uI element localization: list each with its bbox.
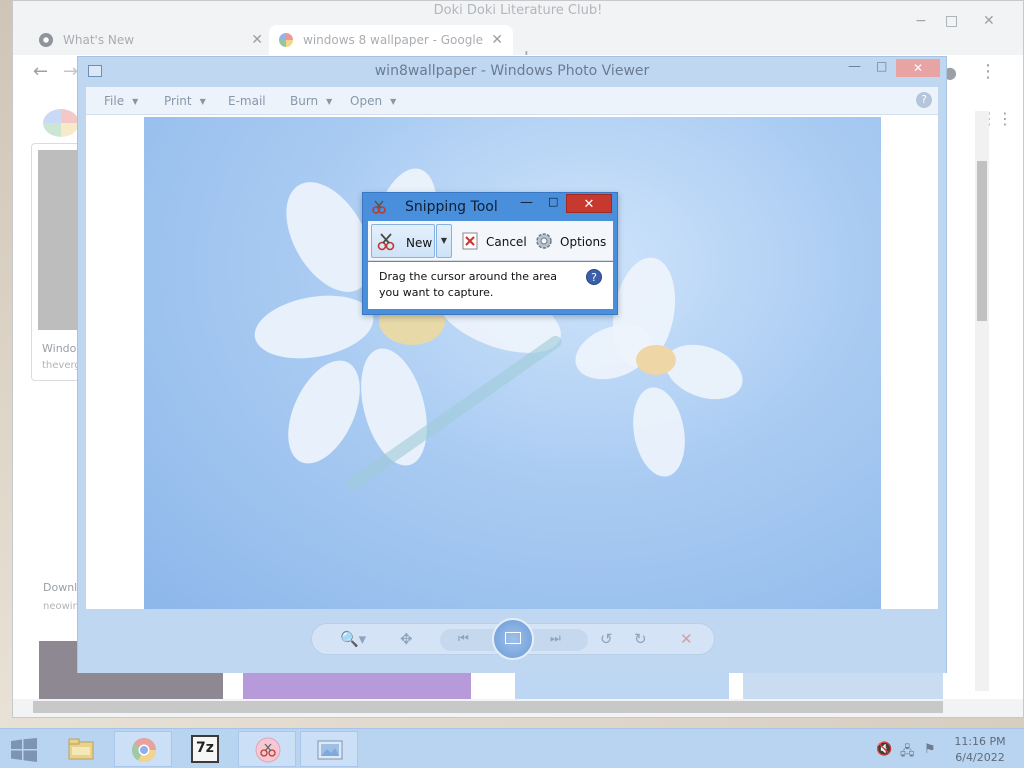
cancel-icon <box>462 232 478 250</box>
chrome-icon <box>39 33 53 47</box>
action-center-icon[interactable]: ⚑ <box>924 742 936 757</box>
image-result-title: Downl <box>43 581 78 594</box>
taskbar-chrome[interactable] <box>114 731 172 767</box>
photo-viewer-icon <box>317 740 343 760</box>
snipping-tool-toolbar: New ▼ Cancel Options <box>368 221 613 261</box>
new-snip-mode-dropdown[interactable]: ▼ <box>436 224 452 258</box>
previous-icon[interactable]: ⏮ <box>458 631 469 646</box>
zoom-icon[interactable]: 🔍▾ <box>340 630 366 648</box>
menu-label: Burn <box>290 94 319 108</box>
network-icon[interactable]: 🖧 <box>900 742 915 764</box>
delete-icon[interactable]: ✕ <box>680 630 693 648</box>
photo-viewer-close-button[interactable]: ✕ <box>896 59 940 77</box>
menu-label: E-mail <box>228 94 266 108</box>
image-result-source: neowin <box>43 601 79 612</box>
new-snip-label: New <box>406 236 433 250</box>
tab-strip: What's New ✕ windows 8 wallpaper - Googl… <box>13 21 1023 69</box>
photo-viewer-bottom-bar: 🔍▾ ✥ ⏮ ⏭ ↺ ↻ ✕ <box>78 609 946 673</box>
taskbar: 7z 🔇 🖧 ⚑ 11:16 PM 6/4/2022 <box>0 728 1024 768</box>
volume-muted-icon[interactable]: 🔇 <box>876 742 892 757</box>
dropdown-arrow-icon: ▼ <box>132 97 139 106</box>
snipping-tool-maximize-button[interactable]: □ <box>548 195 558 208</box>
chrome-titlebar[interactable]: Doki Doki Literature Club! <box>13 1 1023 21</box>
tab-close-icon[interactable]: ✕ <box>491 32 503 48</box>
menu-open[interactable]: Open ▼ <box>350 94 396 108</box>
browser-menu-button[interactable]: ⋮ <box>979 61 997 82</box>
slideshow-button[interactable] <box>492 618 534 660</box>
snipping-tool-body: Drag the cursor around the area you want… <box>368 262 613 309</box>
rotate-counterclockwise-icon[interactable]: ↺ <box>600 630 613 648</box>
snipping-tool-icon <box>255 737 281 763</box>
scissors-icon <box>372 200 386 214</box>
menu-file[interactable]: File ▼ <box>104 94 138 108</box>
forward-button[interactable]: → <box>63 61 78 82</box>
dropdown-arrow-icon: ▼ <box>199 97 206 106</box>
chrome-icon <box>131 738 156 763</box>
flower-petal <box>273 349 375 475</box>
menu-label: File <box>104 94 125 108</box>
snipping-tool-title: Snipping Tool <box>405 199 498 215</box>
snipping-tool-window: Snipping Tool — □ ✕ New ▼ Cancel Options… <box>362 192 618 315</box>
options-button[interactable]: Options <box>532 224 610 258</box>
photo-canvas <box>86 115 938 609</box>
cancel-label: Cancel <box>486 235 527 249</box>
google-logo[interactable] <box>43 109 79 137</box>
menu-label: Open <box>350 94 383 108</box>
wallpaper-image[interactable] <box>144 117 881 609</box>
menu-label: Print <box>164 94 192 108</box>
clock-time[interactable]: 11:16 PM <box>952 735 1008 748</box>
dropdown-arrow-icon: ▼ <box>390 97 397 106</box>
gear-icon <box>536 233 552 249</box>
scrollbar-thumb[interactable] <box>977 161 987 321</box>
next-icon[interactable]: ⏭ <box>550 631 561 646</box>
vertical-scrollbar[interactable] <box>975 111 989 691</box>
flower-petal <box>626 383 692 481</box>
tab-close-icon[interactable]: ✕ <box>251 32 263 48</box>
tab-google-search[interactable]: windows 8 wallpaper - Google S ✕ <box>269 25 513 55</box>
windows-start-icon[interactable] <box>10 738 38 762</box>
taskbar-snipping-tool[interactable] <box>238 731 296 767</box>
help-icon[interactable]: ? <box>916 92 932 108</box>
snipping-tool-close-button[interactable]: ✕ <box>566 194 612 213</box>
menu-print[interactable]: Print ▼ <box>164 94 206 108</box>
slideshow-icon <box>505 632 521 644</box>
photo-viewer-controls: 🔍▾ ✥ ⏮ ⏭ ↺ ↻ ✕ <box>311 618 715 660</box>
back-button[interactable]: ← <box>33 61 48 82</box>
actual-size-icon[interactable]: ✥ <box>400 630 413 648</box>
photo-viewer-maximize-button[interactable]: □ <box>876 59 887 73</box>
taskbar-photo-viewer[interactable] <box>300 731 358 767</box>
scissors-icon <box>377 233 395 251</box>
clock-date[interactable]: 6/4/2022 <box>952 751 1008 764</box>
photo-viewer-window: win8wallpaper - Windows Photo Viewer — □… <box>77 56 947 673</box>
flower-center <box>636 345 676 375</box>
photo-viewer-title: win8wallpaper - Windows Photo Viewer <box>374 63 650 79</box>
snipping-tool-minimize-button[interactable]: — <box>520 195 533 210</box>
photo-viewer-menubar: File ▼ Print ▼ E-mail Burn ▼ Open ▼ ? <box>86 87 938 115</box>
image-result-title: Windo <box>42 342 77 355</box>
tab-label: windows 8 wallpaper - Google S <box>303 33 484 47</box>
google-icon <box>279 33 293 47</box>
dropdown-arrow-icon: ▼ <box>326 97 333 106</box>
tab-label: What's New <box>63 33 135 47</box>
folder-icon <box>68 738 94 760</box>
tab-whats-new[interactable]: What's New ✕ <box>29 25 273 55</box>
menu-burn[interactable]: Burn ▼ <box>290 94 332 108</box>
taskbar-file-explorer[interactable] <box>52 731 110 767</box>
rotate-clockwise-icon[interactable]: ↻ <box>634 630 647 648</box>
menu-email[interactable]: E-mail <box>228 94 266 108</box>
chrome-window-title: Doki Doki Literature Club! <box>433 3 603 18</box>
flower-petal <box>249 287 379 367</box>
image-result-source: theverg <box>42 360 81 371</box>
cancel-button[interactable]: Cancel <box>458 224 527 258</box>
7zip-icon: 7z <box>191 735 219 763</box>
new-snip-button[interactable]: New <box>371 224 435 258</box>
photo-viewer-minimize-button[interactable]: — <box>848 59 861 74</box>
horizontal-scrollbar[interactable] <box>33 701 943 713</box>
options-label: Options <box>560 235 607 249</box>
help-icon[interactable]: ? <box>586 269 602 285</box>
capture-instruction: Drag the cursor around the area you want… <box>379 270 558 299</box>
taskbar-7zip[interactable]: 7z <box>176 731 234 767</box>
